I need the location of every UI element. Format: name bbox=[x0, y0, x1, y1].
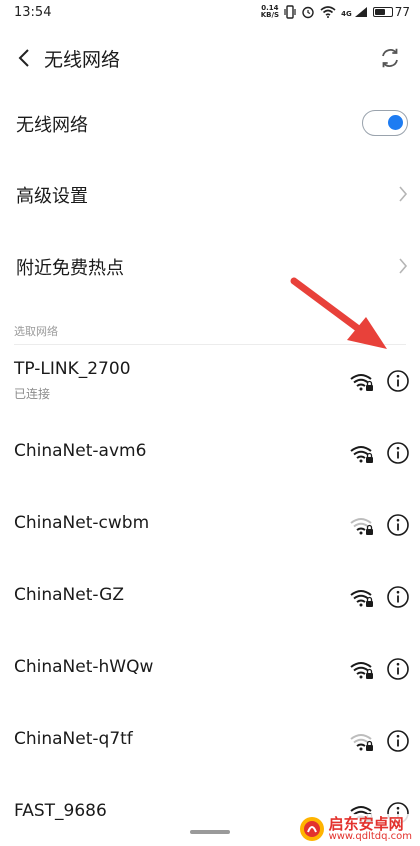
wifi-signal-lock-icon bbox=[350, 374, 373, 391]
network-row[interactable]: ChinaNet-q7tf bbox=[0, 705, 420, 777]
wifi-signal-lock-icon bbox=[350, 590, 373, 607]
network-info-button[interactable] bbox=[386, 369, 410, 393]
vibrate-icon bbox=[284, 5, 296, 19]
network-name: ChinaNet-hWQw bbox=[14, 657, 154, 677]
battery-indicator: 77 bbox=[372, 5, 410, 19]
network-row[interactable]: TP-LINK_2700 已连接 bbox=[0, 345, 420, 417]
status-icons: 0.14 KB/S 4G 77 bbox=[261, 5, 410, 20]
nearby-hotspots-row[interactable]: 附近免费热点 bbox=[0, 237, 420, 297]
network-name: TP-LINK_2700 bbox=[14, 359, 131, 379]
wifi-status-icon bbox=[320, 6, 336, 18]
wifi-toggle-switch[interactable] bbox=[362, 110, 408, 136]
battery-percent: 77 bbox=[394, 5, 410, 19]
watermark-name: 启东安卓网 bbox=[328, 814, 404, 833]
network-info-button[interactable] bbox=[386, 441, 410, 465]
status-bar: 13:54 0.14 KB/S 4G 77 bbox=[0, 0, 420, 24]
alarm-icon bbox=[302, 6, 314, 19]
signal-type-label: 4G bbox=[341, 10, 352, 18]
toggle-knob bbox=[388, 115, 403, 130]
network-info-button[interactable] bbox=[386, 729, 410, 753]
network-name: ChinaNet-avm6 bbox=[14, 441, 147, 461]
chevron-right-icon bbox=[399, 258, 408, 274]
network-speed: 0.14 KB/S bbox=[261, 5, 279, 19]
network-name: FAST_9686 bbox=[14, 801, 107, 821]
network-info-button[interactable] bbox=[386, 513, 410, 537]
network-row[interactable]: ChinaNet-GZ bbox=[0, 561, 420, 633]
watermark-text: 启东安卓网 www.qdltdq.com bbox=[328, 814, 412, 842]
network-name: ChinaNet-GZ bbox=[14, 585, 124, 605]
back-button[interactable] bbox=[2, 36, 46, 80]
network-info-button[interactable] bbox=[386, 657, 410, 681]
network-info-button[interactable] bbox=[386, 585, 410, 609]
wifi-toggle-row[interactable]: 无线网络 bbox=[0, 94, 420, 154]
cell-signal-icon bbox=[354, 7, 367, 17]
home-indicator[interactable] bbox=[190, 830, 230, 834]
advanced-settings-label: 高级设置 bbox=[16, 186, 88, 207]
watermark: 启东安卓网 www.qdltdq.com bbox=[294, 814, 416, 844]
battery-icon bbox=[372, 7, 393, 17]
status-time: 13:54 bbox=[14, 4, 52, 20]
network-row[interactable]: ChinaNet-cwbm bbox=[0, 489, 420, 561]
refresh-button[interactable] bbox=[368, 36, 412, 80]
network-speed-unit: KB/S bbox=[260, 11, 280, 19]
watermark-url: www.qdltdq.com bbox=[328, 830, 412, 842]
page-title: 无线网络 bbox=[44, 48, 121, 71]
network-row[interactable]: ChinaNet-hWQw bbox=[0, 633, 420, 705]
chevron-right-icon bbox=[399, 186, 408, 202]
wifi-signal-lock-icon bbox=[350, 662, 373, 679]
app-bar: 无线网络 bbox=[0, 30, 420, 86]
advanced-settings-row[interactable]: 高级设置 bbox=[0, 165, 420, 225]
wifi-signal-lock-icon bbox=[350, 518, 373, 535]
nearby-hotspots-label: 附近免费热点 bbox=[16, 258, 124, 279]
wifi-signal-lock-icon bbox=[350, 446, 373, 463]
network-status: 已连接 bbox=[14, 387, 51, 401]
network-name: ChinaNet-cwbm bbox=[14, 513, 150, 533]
chevron-left-icon bbox=[18, 49, 29, 67]
battery-fill bbox=[374, 9, 386, 15]
network-row[interactable]: ChinaNet-avm6 bbox=[0, 417, 420, 489]
wifi-toggle-label: 无线网络 bbox=[16, 115, 88, 136]
network-name: ChinaNet-q7tf bbox=[14, 729, 133, 749]
network-section-label: 选取网络 bbox=[14, 325, 58, 338]
wifi-signal-lock-icon bbox=[350, 734, 373, 751]
watermark-logo-icon bbox=[299, 817, 324, 841]
refresh-icon bbox=[382, 48, 398, 68]
